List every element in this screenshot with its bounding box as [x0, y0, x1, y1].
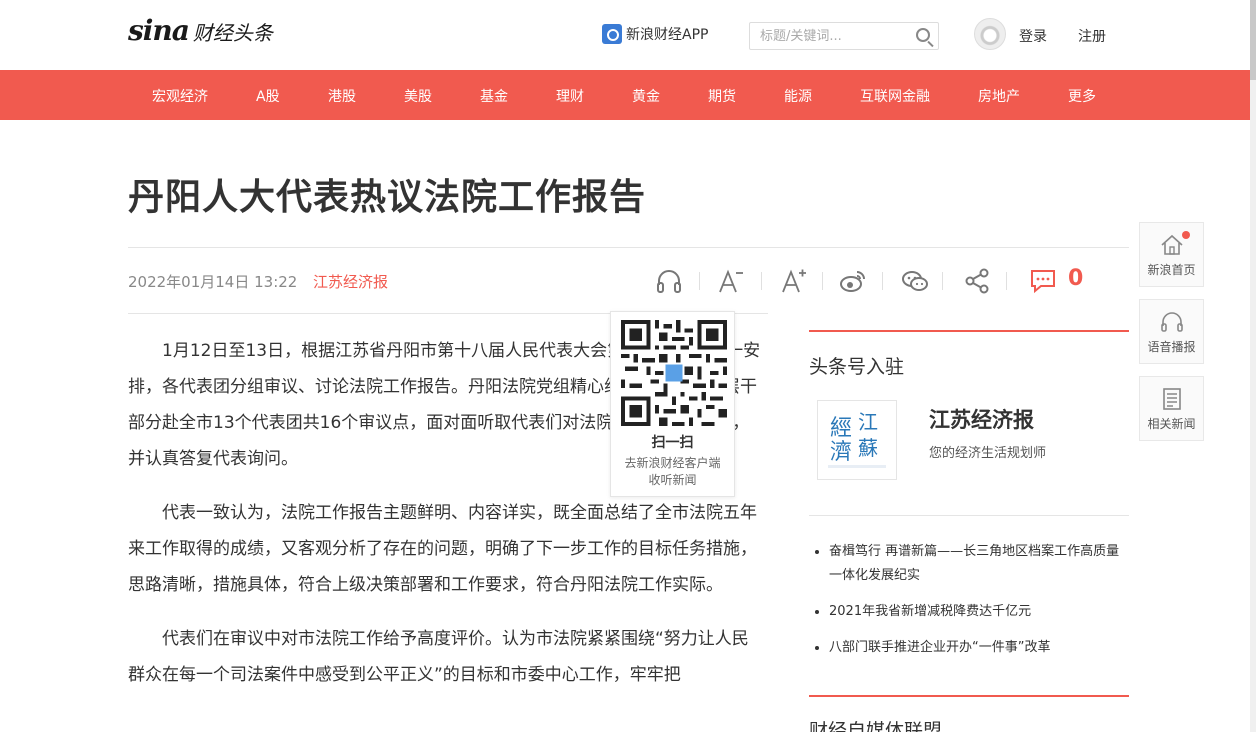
- comment-icon[interactable]: [1024, 262, 1062, 300]
- qr-scan-desc-line2: 收听新闻: [648, 473, 697, 487]
- home-icon: [1161, 234, 1183, 255]
- scrollbar-thumb[interactable]: [1250, 0, 1256, 80]
- account-name[interactable]: 江苏经济报: [929, 404, 1034, 434]
- logo-subtitle: 财经头条: [192, 21, 273, 45]
- float-related-button[interactable]: 相关新闻: [1139, 376, 1204, 441]
- font-increase-icon[interactable]: [775, 262, 813, 300]
- nav-item-more[interactable]: 更多: [1068, 86, 1096, 106]
- nav-item-macro[interactable]: 宏观经济: [152, 86, 208, 106]
- sina-finance-logo[interactable]: sina 财经头条: [128, 16, 273, 46]
- float-audio-button[interactable]: 语音播报: [1139, 299, 1204, 364]
- nav-item-us-stocks[interactable]: 美股: [404, 86, 432, 106]
- weibo-share-icon[interactable]: [834, 262, 872, 300]
- float-audio-label: 语音播报: [1147, 340, 1196, 354]
- font-decrease-icon[interactable]: [712, 262, 750, 300]
- category-nav-bar: 宏观经济 A股 港股 美股 基金 理财 黄金 期货 能源 互联网金融 房地产 更…: [0, 70, 1256, 120]
- search-box: [749, 22, 939, 50]
- qr-code-icon: [621, 320, 727, 426]
- qr-scan-title: 扫一扫: [651, 435, 694, 451]
- article-date: 2022年01月14日 13:22: [128, 273, 298, 291]
- nav-item-internet-finance[interactable]: 互联网金融: [860, 86, 930, 106]
- toolbar-separator: [761, 272, 762, 290]
- svg-text:蘇: 蘇: [858, 436, 878, 460]
- article-title: 丹阳人大代表热议法院工作报告: [128, 177, 647, 218]
- sidebar-divider: [809, 515, 1129, 516]
- toolbar-separator: [699, 272, 700, 290]
- news-item[interactable]: 八部门联手推进企业开办“一件事”改革: [809, 636, 1129, 660]
- svg-text:江: 江: [858, 410, 878, 434]
- sidebar-section-title-2: 财经自媒体联盟: [809, 720, 943, 732]
- title-divider: [128, 247, 1129, 248]
- headphones-icon: [1161, 312, 1183, 332]
- svg-text:經: 經: [830, 416, 852, 441]
- nav-item-a-shares[interactable]: A股: [256, 86, 280, 106]
- user-avatar-icon[interactable]: [974, 18, 1006, 50]
- app-link-label: 新浪财经APP: [626, 27, 709, 43]
- sidebar-accent-line: [809, 330, 1129, 332]
- audio-qr-popup: 扫一扫 去新浪财经客户端 收听新闻: [610, 311, 735, 497]
- toolbar-separator: [942, 272, 943, 290]
- toolbar-separator: [822, 272, 823, 290]
- article-paragraph: 代表们在审议中对市法院工作给予高度评价。认为市法院紧紧围绕“努力让人民群众在每一…: [128, 629, 749, 685]
- qr-scan-desc-line1: 去新浪财经客户端: [624, 456, 721, 470]
- right-sidebar: 头条号入驻 經 江 濟 蘇 江苏经济报 您的经济生活规划师 奋楫笃行 再谱新篇—…: [809, 330, 1129, 732]
- nav-item-real-estate[interactable]: 房地产: [978, 86, 1020, 106]
- nav-item-futures[interactable]: 期货: [708, 86, 736, 106]
- article-source-link[interactable]: 江苏经济报: [313, 271, 388, 292]
- sina-finance-app-link[interactable]: 新浪财经APP: [602, 24, 708, 44]
- wechat-share-icon[interactable]: [896, 262, 934, 300]
- float-home-label: 新浪首页: [1147, 263, 1196, 277]
- news-item[interactable]: 奋楫笃行 再谱新篇——长三角地区档案工作高质量一体化发展纪实: [809, 540, 1129, 588]
- related-news-list: 奋楫笃行 再谱新篇——长三角地区档案工作高质量一体化发展纪实 2021年我省新增…: [809, 540, 1129, 672]
- app-icon: [602, 24, 622, 44]
- account-logo[interactable]: 經 江 濟 蘇: [817, 400, 897, 480]
- list-icon: [1163, 388, 1181, 410]
- account-description: 您的经济生活规划师: [929, 446, 1047, 461]
- toolbar-separator: [882, 272, 883, 290]
- toolbar-separator: [1006, 272, 1007, 290]
- sidebar-accent-line: [809, 695, 1129, 697]
- nav-item-energy[interactable]: 能源: [784, 86, 812, 106]
- float-home-button[interactable]: 新浪首页: [1139, 222, 1204, 287]
- top-bar: sina 财经头条 新浪财经APP 登录 注册: [0, 0, 1256, 70]
- headphones-icon[interactable]: [650, 262, 688, 300]
- search-input[interactable]: [750, 23, 900, 49]
- nav-item-wealth[interactable]: 理财: [556, 86, 584, 106]
- svg-text:濟: 濟: [830, 440, 852, 465]
- nav-item-hk-stocks[interactable]: 港股: [328, 86, 356, 106]
- share-icon[interactable]: [958, 262, 996, 300]
- login-link[interactable]: 登录: [1019, 26, 1047, 46]
- news-item[interactable]: 2021年我省新增减税降费达千亿元: [809, 600, 1129, 624]
- nav-item-funds[interactable]: 基金: [480, 86, 508, 106]
- register-link[interactable]: 注册: [1078, 26, 1106, 46]
- float-related-label: 相关新闻: [1147, 417, 1196, 431]
- search-icon[interactable]: [916, 28, 930, 42]
- comment-count[interactable]: 0: [1068, 266, 1083, 291]
- notification-dot: [1182, 231, 1190, 239]
- page-scrollbar[interactable]: [1250, 0, 1256, 732]
- sidebar-section-title: 头条号入驻: [809, 356, 905, 378]
- article-paragraph: 代表一致认为，法院工作报告主题鲜明、内容详实，既全面总结了全市法院五年来工作取得…: [128, 503, 757, 595]
- nav-item-gold[interactable]: 黄金: [632, 86, 660, 106]
- sina-logo-text: sina: [128, 14, 190, 47]
